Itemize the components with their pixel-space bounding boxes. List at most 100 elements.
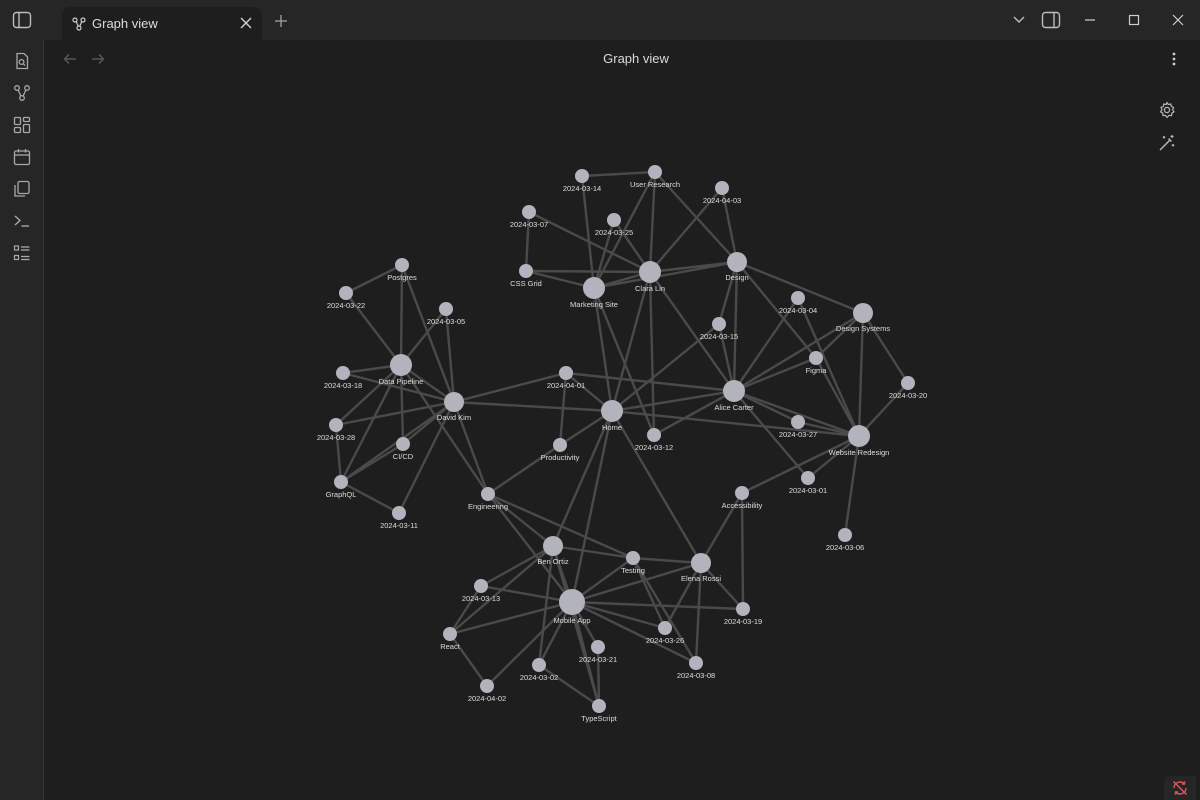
- graph-node-label: User Research: [630, 180, 680, 189]
- magic-wand-icon[interactable]: [1156, 132, 1178, 154]
- graph-node-label: 2024-03-06: [826, 543, 864, 552]
- graph-node-d0325[interactable]: [607, 213, 621, 227]
- graph-edge: [648, 271, 656, 436]
- graph-node-d0319[interactable]: [736, 602, 750, 616]
- graph-node-productivity[interactable]: [553, 438, 567, 452]
- graph-node-label: GraphQL: [326, 490, 357, 499]
- quick-switcher-icon[interactable]: [11, 50, 33, 72]
- graph-node-label: Marketing Site: [570, 300, 618, 309]
- graph-node-d0401[interactable]: [559, 366, 573, 380]
- canvas-icon[interactable]: [11, 114, 33, 136]
- graph-node-d0322[interactable]: [339, 286, 353, 300]
- new-tab-icon[interactable]: [272, 12, 290, 30]
- graph-node-label: 2024-03-07: [510, 220, 548, 229]
- graph-node-label: Design: [725, 273, 748, 282]
- graph-node-designsys[interactable]: [853, 303, 873, 323]
- chevron-down-icon[interactable]: [1009, 10, 1029, 30]
- view-header: Graph view: [44, 40, 1200, 78]
- graph-node-ben[interactable]: [543, 536, 563, 556]
- graph-node-label: Ben Ortiz: [537, 557, 569, 566]
- graph-node-clara[interactable]: [639, 261, 661, 283]
- graph-node-d0318[interactable]: [336, 366, 350, 380]
- graph-node-cssgrid[interactable]: [519, 264, 533, 278]
- graph-node-d0307[interactable]: [522, 205, 536, 219]
- graph-node-label: Testing: [621, 566, 645, 575]
- graph-node-label: Productivity: [541, 453, 580, 462]
- window-close-icon[interactable]: [1168, 10, 1188, 30]
- graph-node-label: Mobile App: [553, 616, 590, 625]
- graph-node-d0403[interactable]: [715, 181, 729, 195]
- graph-node-react[interactable]: [443, 627, 457, 641]
- graph-node-david[interactable]: [444, 392, 464, 412]
- graph-node-d0308[interactable]: [689, 656, 703, 670]
- graph-node-label: Postgres: [387, 273, 417, 282]
- graph-node-userresearch[interactable]: [648, 165, 662, 179]
- graph-node-engineering[interactable]: [481, 487, 495, 501]
- graph-edge: [593, 260, 738, 290]
- graph-node-figma[interactable]: [809, 351, 823, 365]
- graph-node-postgres[interactable]: [395, 258, 409, 272]
- graph-node-datapipe[interactable]: [390, 354, 412, 376]
- graph-node-d0312[interactable]: [647, 428, 661, 442]
- graph-node-d0328[interactable]: [329, 418, 343, 432]
- right-sidebar-toggle-icon[interactable]: [1041, 10, 1061, 30]
- graph-canvas[interactable]: Home Alice Carter Clara Lin Marketing Site D…: [44, 40, 1200, 800]
- graph-node-d0326[interactable]: [658, 621, 672, 635]
- graph-node-label: TypeScript: [581, 714, 617, 723]
- graph-node-d0302[interactable]: [532, 658, 546, 672]
- gear-icon[interactable]: [1156, 99, 1178, 121]
- graph-node-d0321[interactable]: [591, 640, 605, 654]
- graph-node-label: 2024-03-27: [779, 430, 817, 439]
- graph-node-d0402[interactable]: [480, 679, 494, 693]
- graph-node-mktsite[interactable]: [583, 277, 605, 299]
- graph-node-accessibility[interactable]: [735, 486, 749, 500]
- tab-graph-view[interactable]: Graph view: [62, 7, 262, 40]
- graph-edge: [565, 371, 735, 393]
- graph-node-cicd[interactable]: [396, 437, 410, 451]
- graph-node-typescript[interactable]: [592, 699, 606, 713]
- graph-edge: [632, 556, 702, 565]
- minimize-icon[interactable]: [1080, 10, 1100, 30]
- graph-node-label: 2024-03-21: [579, 655, 617, 664]
- graph-node-label: CI/CD: [393, 452, 414, 461]
- graph-node-label: Accessibility: [722, 501, 763, 510]
- graph-icon[interactable]: [11, 82, 33, 104]
- graph-node-label: 2024-03-26: [646, 636, 684, 645]
- sync-off-icon[interactable]: [1164, 776, 1196, 800]
- close-icon[interactable]: [238, 15, 254, 31]
- title-bar: Graph view: [0, 0, 1200, 40]
- graph-node-label: Data Pipeline: [379, 377, 424, 386]
- graph-node-d0327[interactable]: [791, 415, 805, 429]
- graph-node-d0320[interactable]: [901, 376, 915, 390]
- graph-node-design[interactable]: [727, 252, 747, 272]
- more-options-icon[interactable]: [1164, 49, 1184, 69]
- graph-node-mobile[interactable]: [559, 589, 585, 615]
- graph-node-d0301[interactable]: [801, 471, 815, 485]
- graph-node-label: 2024-04-01: [547, 381, 585, 390]
- graph-node-graphql[interactable]: [334, 475, 348, 489]
- graph-node-d0315[interactable]: [712, 317, 726, 331]
- graph-node-label: Website Redesign: [829, 448, 890, 457]
- graph-node-d0313[interactable]: [474, 579, 488, 593]
- command-palette-icon[interactable]: [11, 210, 33, 232]
- graph-node-d0304[interactable]: [791, 291, 805, 305]
- bases-icon[interactable]: [11, 242, 33, 264]
- graph-node-d0314[interactable]: [575, 169, 589, 183]
- graph-edge: [741, 434, 860, 495]
- sidebar-toggle-icon[interactable]: [10, 9, 34, 31]
- templates-icon[interactable]: [11, 178, 33, 200]
- graph-node-home[interactable]: [601, 400, 623, 422]
- tab-label: Graph view: [92, 16, 158, 31]
- graph-node-label: 2024-03-08: [677, 671, 715, 680]
- graph-node-testing[interactable]: [626, 551, 640, 565]
- graph-node-alice[interactable]: [723, 380, 745, 402]
- graph-node-webredesign[interactable]: [848, 425, 870, 447]
- graph-node-d0311[interactable]: [392, 506, 406, 520]
- maximize-icon[interactable]: [1124, 10, 1144, 30]
- graph-node-d0305[interactable]: [439, 302, 453, 316]
- view-title: Graph view: [603, 51, 669, 66]
- graph-node-elena[interactable]: [691, 553, 711, 573]
- graph-node-d0306[interactable]: [838, 528, 852, 542]
- graph-node-label: Home: [602, 423, 622, 432]
- daily-note-icon[interactable]: [11, 146, 33, 168]
